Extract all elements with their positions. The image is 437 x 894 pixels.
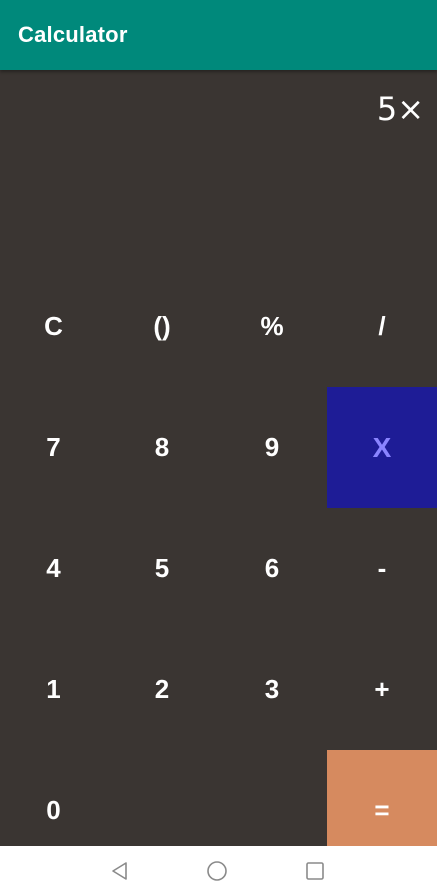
clear-button[interactable]: C [0,266,107,387]
display-area: 5× [0,70,437,270]
digit-3-button[interactable]: 3 [217,629,327,750]
digit-7-button[interactable]: 7 [0,387,107,508]
digit-9-button[interactable]: 9 [217,387,327,508]
calculator-app: Calculator 5× C () % / 7 8 9 X 4 5 6 - 1… [0,0,437,894]
digit-8-button[interactable]: 8 [107,387,217,508]
digit-1-button[interactable]: 1 [0,629,107,750]
app-toolbar: Calculator [0,0,437,70]
system-navigation-bar [0,846,437,894]
recents-square-icon[interactable] [302,858,328,884]
add-button[interactable]: + [327,629,437,750]
calculator-main: 5× C () % / 7 8 9 X 4 5 6 - 1 2 3 + 0 . [0,70,437,871]
percent-button[interactable]: % [217,266,327,387]
home-circle-icon[interactable] [204,858,230,884]
subtract-button[interactable]: - [327,508,437,629]
divide-button[interactable]: / [327,266,437,387]
digit-5-button[interactable]: 5 [107,508,217,629]
keypad: C () % / 7 8 9 X 4 5 6 - 1 2 3 + 0 . = [0,266,437,871]
display-expression: 5× [376,90,424,128]
digit-2-button[interactable]: 2 [107,629,217,750]
digit-6-button[interactable]: 6 [217,508,327,629]
digit-4-button[interactable]: 4 [0,508,107,629]
back-triangle-icon[interactable] [107,858,133,884]
app-title: Calculator [18,22,128,47]
multiply-button[interactable]: X [327,387,437,508]
parentheses-button[interactable]: () [107,266,217,387]
